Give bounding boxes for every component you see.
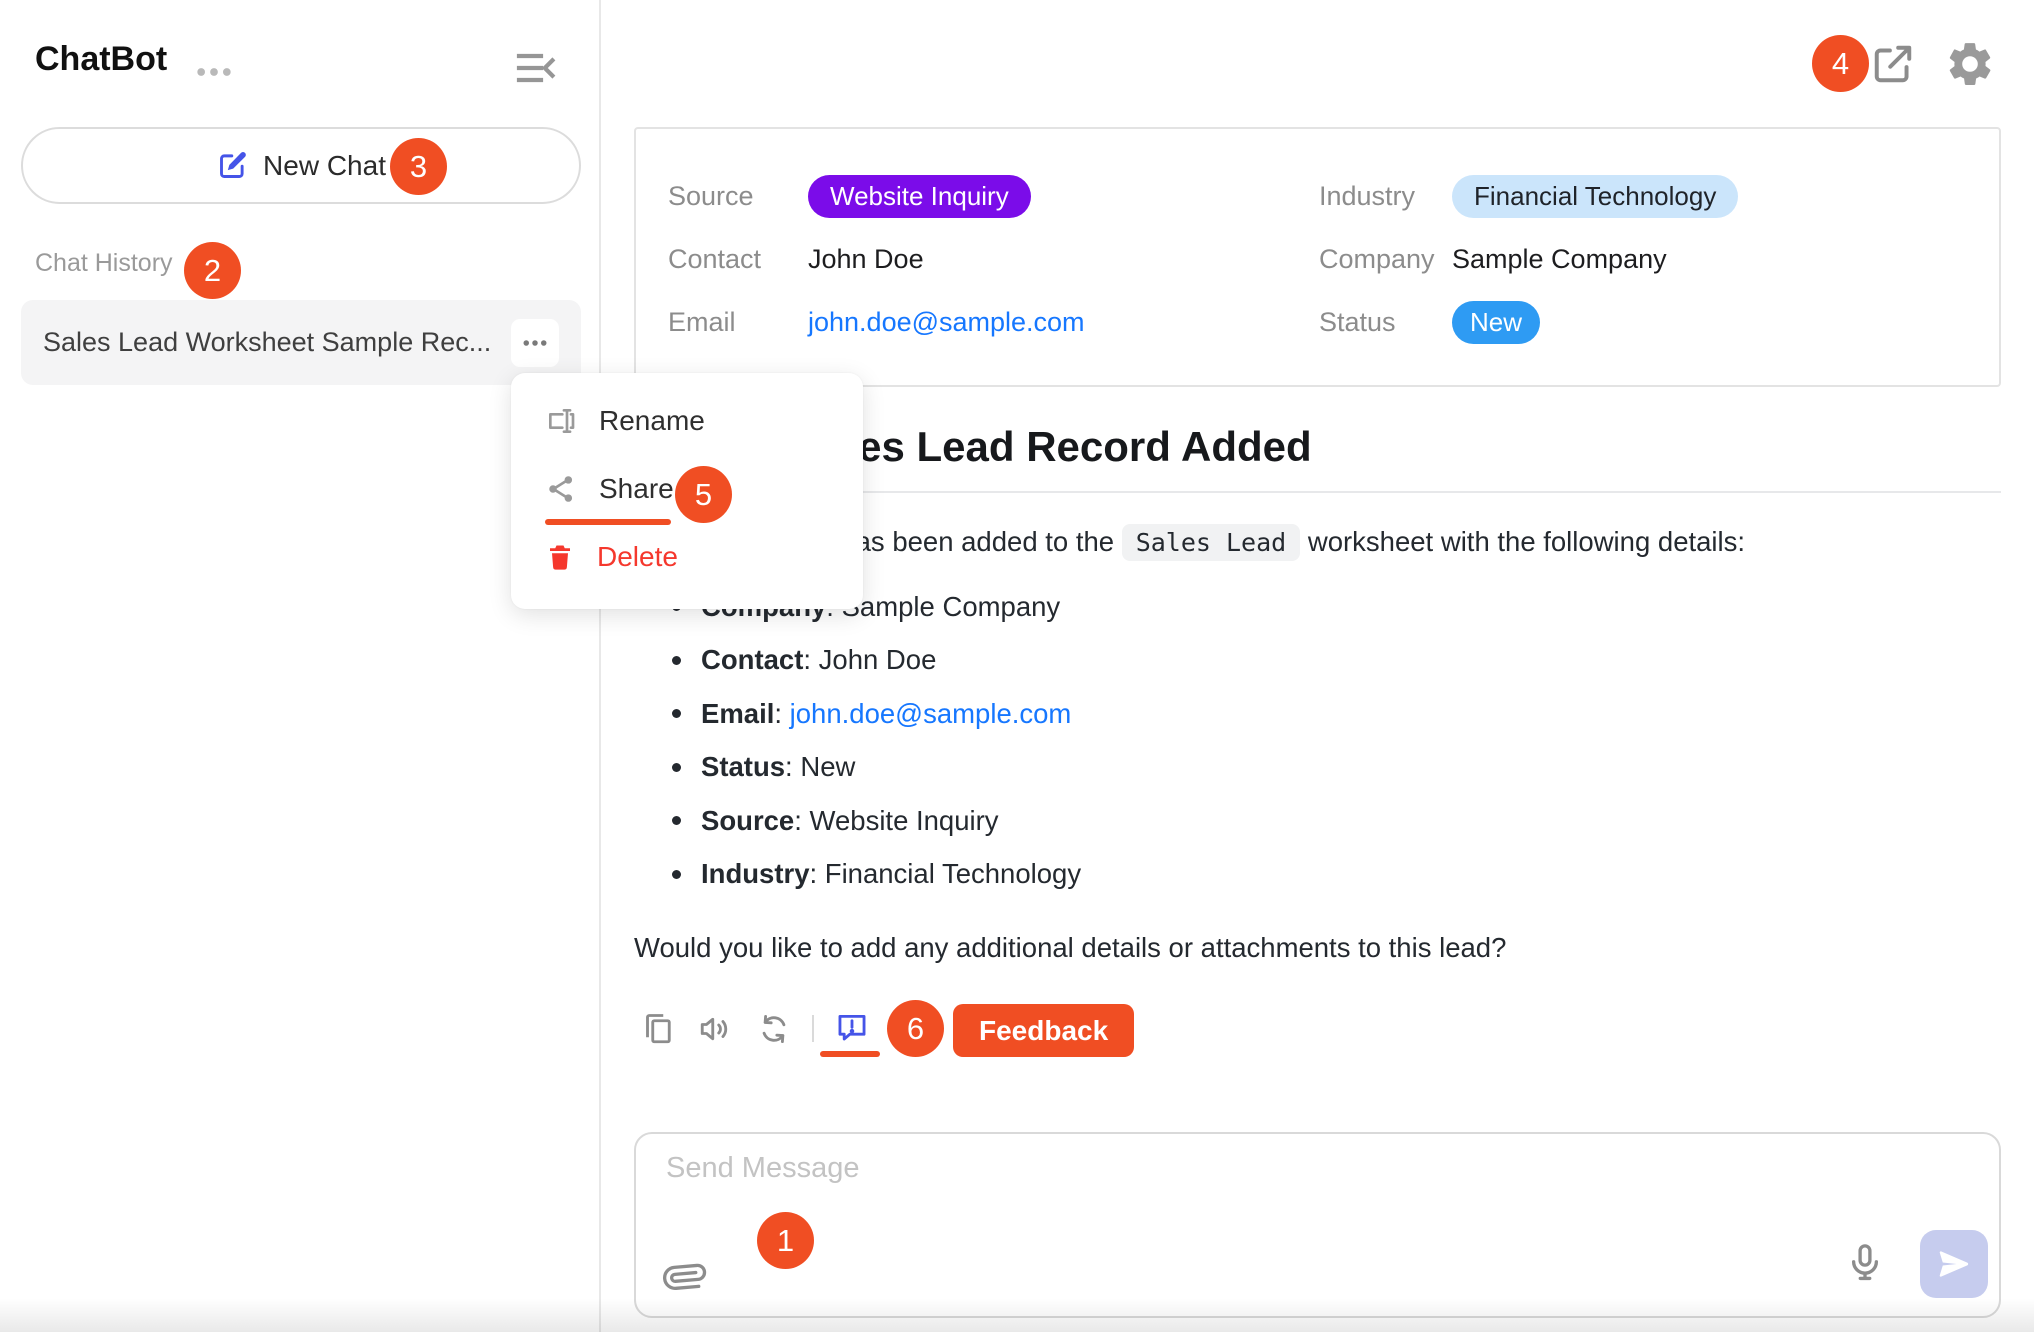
field-label-status: Status <box>1319 307 1452 338</box>
field-value-company: Sample Company <box>1452 244 1999 275</box>
worksheet-code-chip: Sales Lead <box>1122 524 1301 561</box>
chat-history-item[interactable]: Sales Lead Worksheet Sample Rec... <box>21 300 581 385</box>
source-badge: Website Inquiry <box>808 175 1031 218</box>
email-link[interactable]: john.doe@sample.com <box>790 698 1072 730</box>
share-label: Share <box>599 473 674 505</box>
chat-history-label: Chat History <box>35 249 173 278</box>
send-button[interactable] <box>1920 1230 1988 1298</box>
regenerate-icon[interactable] <box>756 1011 792 1047</box>
feedback-comment-icon[interactable] <box>835 1010 869 1044</box>
email-link[interactable]: john.doe@sample.com <box>808 307 1085 337</box>
intro-text-after: worksheet with the following details: <box>1300 526 1745 557</box>
action-divider <box>812 1015 814 1042</box>
delete-label: Delete <box>597 541 678 573</box>
list-item-source: Source: Website Inquiry <box>672 794 1081 848</box>
read-aloud-speaker-icon[interactable] <box>697 1011 733 1047</box>
field-value-contact: John Doe <box>808 244 1319 275</box>
composer-placeholder: Send Message <box>666 1152 859 1185</box>
share-icon <box>545 473 577 505</box>
lead-details-list: Company: Sample Company Contact: John Do… <box>672 580 1081 901</box>
compose-icon <box>216 149 249 182</box>
rename-icon <box>545 405 577 437</box>
annotation-badge-6: 6 <box>887 1000 944 1057</box>
menu-item-delete[interactable]: Delete <box>511 523 863 591</box>
new-chat-label: New Chat <box>263 150 386 182</box>
list-item-contact: Contact: John Doe <box>672 634 1081 688</box>
sidebar: ChatBot New Chat Chat History Sales Lead… <box>0 0 601 1332</box>
settings-gear-icon[interactable] <box>1944 38 1996 90</box>
field-label-email: Email <box>668 307 808 338</box>
field-label-industry: Industry <box>1319 181 1452 212</box>
open-external-icon[interactable] <box>1868 39 1918 89</box>
field-value-source: Website Inquiry <box>808 175 1319 218</box>
title-more-icon[interactable] <box>192 50 236 94</box>
new-chat-button[interactable]: New Chat <box>21 127 581 204</box>
status-badge: New <box>1452 301 1540 344</box>
chat-item-more-icon[interactable] <box>511 319 559 367</box>
menu-item-rename[interactable]: Rename <box>511 387 863 455</box>
message-composer[interactable]: Send Message <box>634 1132 2001 1318</box>
trash-icon <box>545 542 575 572</box>
feedback-button[interactable]: Feedback <box>953 1004 1134 1057</box>
field-label-contact: Contact <box>668 244 808 275</box>
feedback-underline-annotation <box>820 1051 880 1057</box>
chat-item-title: Sales Lead Worksheet Sample Rec... <box>43 327 491 358</box>
copy-icon[interactable] <box>640 1011 676 1047</box>
field-value-email: john.doe@sample.com <box>808 307 1319 338</box>
annotation-badge-1: 1 <box>757 1212 814 1269</box>
chatbot-app: ChatBot New Chat Chat History Sales Lead… <box>0 0 2034 1332</box>
lead-info-card: Source Website Inquiry Industry Financia… <box>634 127 2001 387</box>
list-item-email: Email: john.doe@sample.com <box>672 687 1081 741</box>
message-question: Would you like to add any additional det… <box>634 932 1506 964</box>
field-value-industry: Financial Technology <box>1452 175 1999 218</box>
collapse-sidebar-icon[interactable] <box>512 44 560 92</box>
app-title: ChatBot <box>35 40 167 79</box>
list-item-industry: Industry: Financial Technology <box>672 848 1081 902</box>
field-label-company: Company <box>1319 244 1452 275</box>
field-value-status: New <box>1452 301 1999 344</box>
share-underline-annotation <box>545 519 671 525</box>
industry-badge: Financial Technology <box>1452 175 1738 218</box>
attachment-paperclip-icon[interactable] <box>664 1256 706 1298</box>
annotation-badge-2: 2 <box>184 242 241 299</box>
annotation-badge-5: 5 <box>675 466 732 523</box>
rename-label: Rename <box>599 405 705 437</box>
annotation-badge-4: 4 <box>1812 35 1869 92</box>
microphone-icon[interactable] <box>1844 1242 1886 1284</box>
list-item-status: Status: New <box>672 741 1081 795</box>
annotation-badge-3: 3 <box>390 138 447 195</box>
field-label-source: Source <box>668 181 808 212</box>
